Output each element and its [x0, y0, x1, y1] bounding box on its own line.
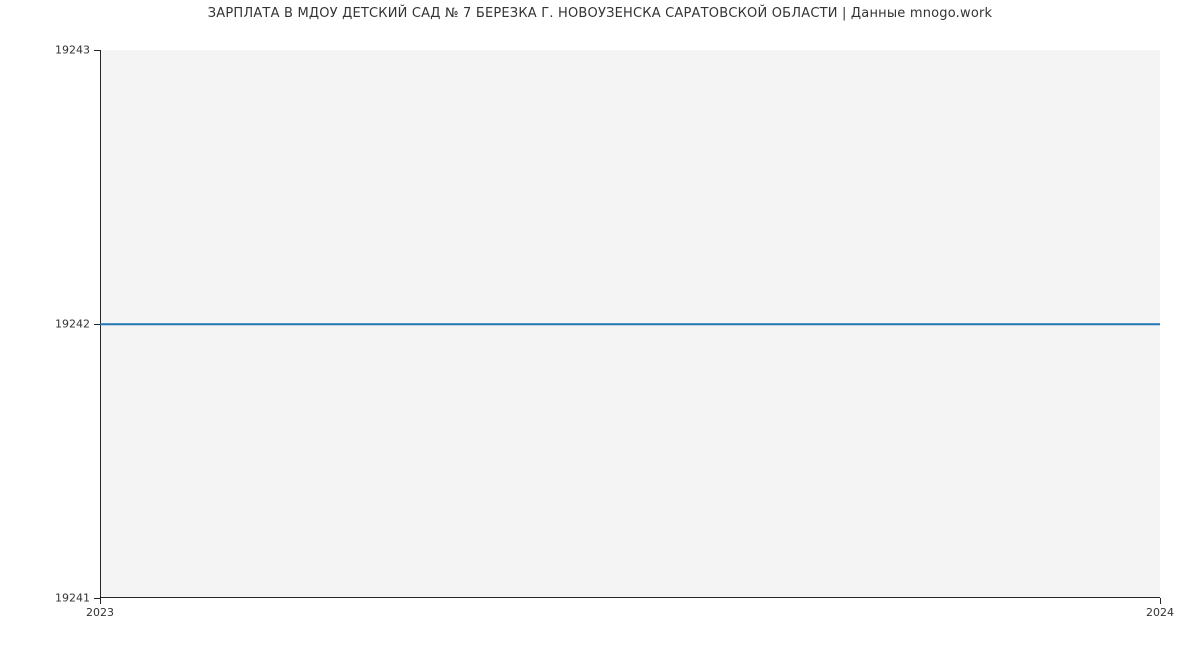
plot-area: 19243 19242 19241 2023 2024	[100, 50, 1160, 598]
y-tick	[94, 50, 100, 51]
y-tick-label: 19241	[55, 592, 90, 605]
axis-spine-bottom	[100, 597, 1160, 598]
y-tick-label: 19243	[55, 44, 90, 57]
chart-title: ЗАРПЛАТА В МДОУ ДЕТСКИЙ САД № 7 БЕРЕЗКА …	[0, 6, 1200, 21]
x-tick	[100, 598, 101, 604]
y-tick-label: 19242	[55, 318, 90, 331]
data-line	[100, 323, 1160, 325]
plot-outer: 19243 19242 19241 2023 2024	[100, 50, 1160, 598]
chart-container: ЗАРПЛАТА В МДОУ ДЕТСКИЙ САД № 7 БЕРЕЗКА …	[0, 0, 1200, 650]
x-tick-label: 2024	[1146, 606, 1174, 619]
x-tick-label: 2023	[86, 606, 114, 619]
x-tick	[1160, 598, 1161, 604]
